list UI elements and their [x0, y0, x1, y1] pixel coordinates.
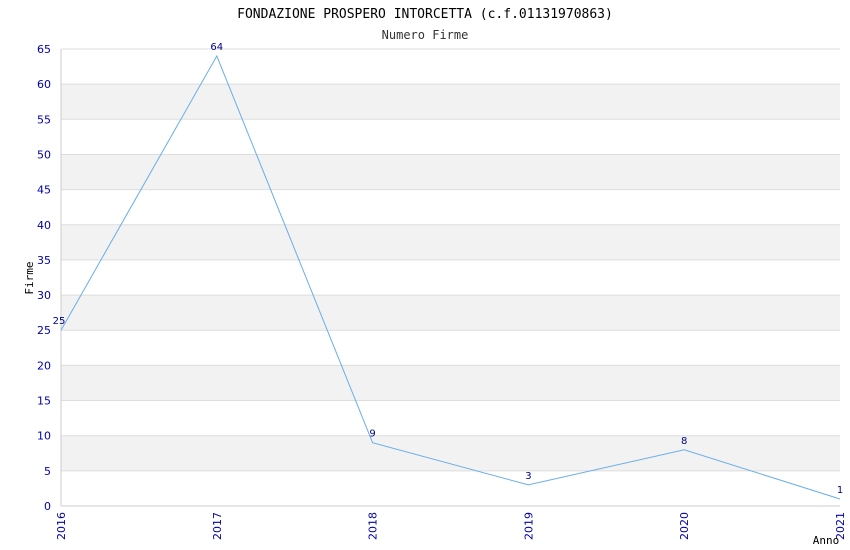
x-tick-label: 2020 — [678, 512, 691, 540]
grid-band — [61, 365, 840, 401]
series-line — [60, 54, 841, 500]
grid-band — [61, 154, 840, 190]
y-tick-label: 55 — [37, 113, 51, 126]
y-tick-label: 5 — [44, 465, 51, 478]
grid-band — [61, 84, 840, 120]
x-axis-label: Anno — [813, 534, 840, 547]
y-tick-labels: 0 5 10 15 20 25 30 35 40 45 50 55 60 65 — [37, 43, 51, 513]
x-tick-label: 2016 — [55, 512, 68, 540]
y-tick-label: 25 — [37, 324, 51, 337]
x-tick-label: 2019 — [522, 512, 535, 540]
data-label: 1 — [837, 485, 843, 496]
x-tick-labels: 2016 2017 2018 2019 2020 2021 — [55, 512, 847, 540]
line-chart: 0 5 10 15 20 25 30 35 40 45 50 55 60 65 2016 2017 2018 2… — [23, 7, 847, 547]
data-label: 9 — [369, 429, 375, 440]
background-bands — [61, 84, 840, 471]
chart-title: FONDAZIONE PROSPERO INTORCETTA (c.f.0113… — [237, 7, 613, 22]
data-label: 3 — [525, 471, 531, 482]
y-tick-label: 30 — [37, 289, 51, 302]
grid-band — [61, 435, 840, 471]
data-label: 8 — [681, 436, 687, 447]
y-tick-label: 15 — [37, 395, 51, 408]
y-tick-label: 10 — [37, 430, 51, 443]
data-label: 25 — [53, 316, 66, 327]
chart-subtitle: Numero Firme — [382, 28, 469, 42]
grid-band — [61, 224, 840, 260]
y-tick-label: 35 — [37, 254, 51, 267]
y-tick-label: 65 — [37, 43, 51, 56]
x-tick-label: 2018 — [367, 512, 380, 540]
y-tick-label: 50 — [37, 148, 51, 161]
y-tick-label: 45 — [37, 184, 51, 197]
grid-band — [61, 295, 840, 331]
y-axis-label: Firme — [23, 261, 36, 294]
x-tick-label: 2017 — [211, 512, 224, 540]
data-label: 64 — [210, 42, 223, 53]
y-tick-label: 60 — [37, 78, 51, 91]
y-tick-label: 20 — [37, 359, 51, 372]
y-tick-label: 40 — [37, 219, 51, 232]
y-tick-label: 0 — [44, 500, 51, 513]
